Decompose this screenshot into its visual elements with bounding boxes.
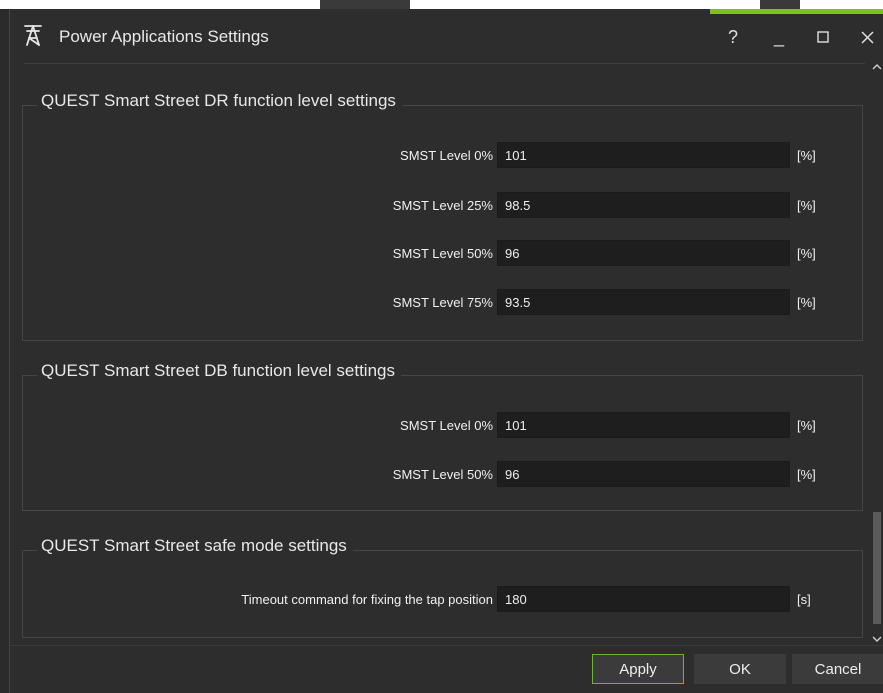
setting-row: Timeout command for fixing the tap posit…: [23, 586, 864, 616]
safe-mode-settings-group: QUEST Smart Street safe mode settings Ti…: [22, 536, 864, 638]
setting-label: Timeout command for fixing the tap posit…: [241, 592, 493, 607]
help-button[interactable]: ?: [716, 22, 750, 52]
setting-label: SMST Level 0%: [400, 418, 493, 433]
background-segment: [320, 0, 410, 9]
unit-label: [%]: [797, 148, 816, 163]
unit-label: [%]: [797, 295, 816, 310]
power-tower-icon: [22, 23, 44, 47]
db-level-settings-group: QUEST Smart Street DB function level set…: [22, 361, 864, 511]
setting-row: SMST Level 0% 101 [%]: [23, 412, 864, 442]
background-segment: [760, 0, 800, 9]
group-title: QUEST Smart Street safe mode settings: [37, 536, 353, 556]
smst-level-25-input[interactable]: 98.5: [497, 192, 790, 218]
setting-label: SMST Level 0%: [400, 148, 493, 163]
smst-level-0-input[interactable]: 101: [497, 412, 790, 438]
setting-row: SMST Level 25% 98.5 [%]: [23, 192, 864, 222]
settings-scroll-area: QUEST Smart Street DR function level set…: [10, 65, 870, 645]
divider: [24, 63, 865, 64]
setting-label: SMST Level 25%: [392, 198, 493, 213]
setting-row: SMST Level 0% 101 [%]: [23, 142, 864, 172]
unit-label: [%]: [797, 467, 816, 482]
ok-button[interactable]: OK: [694, 654, 786, 684]
setting-label: SMST Level 50%: [392, 246, 493, 261]
dr-level-settings-group: QUEST Smart Street DR function level set…: [22, 91, 864, 341]
maximize-button[interactable]: [806, 22, 840, 52]
minimize-button[interactable]: _: [762, 22, 796, 52]
smst-level-75-input[interactable]: 93.5: [497, 289, 790, 315]
close-icon: [860, 30, 874, 44]
timeout-command-input[interactable]: 180: [497, 586, 790, 612]
unit-label: [s]: [797, 592, 811, 607]
smst-level-0-input[interactable]: 101: [497, 142, 790, 168]
setting-label: SMST Level 50%: [392, 467, 493, 482]
setting-row: SMST Level 50% 96 [%]: [23, 461, 864, 491]
group-title: QUEST Smart Street DB function level set…: [37, 361, 401, 381]
background-strip: [0, 0, 883, 9]
smst-level-50-input[interactable]: 96: [497, 240, 790, 266]
setting-label: SMST Level 75%: [392, 295, 493, 310]
maximize-icon: [817, 31, 829, 43]
unit-label: [%]: [797, 198, 816, 213]
chevron-up-icon[interactable]: [870, 62, 883, 76]
group-title: QUEST Smart Street DR function level set…: [37, 91, 402, 111]
setting-row: SMST Level 75% 93.5 [%]: [23, 289, 864, 319]
unit-label: [%]: [797, 418, 816, 433]
scrollbar-thumb[interactable]: [873, 512, 881, 624]
setting-row: SMST Level 50% 96 [%]: [23, 240, 864, 270]
vertical-scrollbar[interactable]: [870, 60, 883, 650]
settings-dialog: Power Applications Settings ? _ QUEST Sm…: [9, 9, 883, 693]
close-button[interactable]: [850, 22, 883, 52]
apply-button[interactable]: Apply: [592, 654, 684, 684]
dialog-footer: Apply OK Cancel: [10, 645, 883, 693]
cancel-button[interactable]: Cancel: [792, 654, 883, 684]
unit-label: [%]: [797, 246, 816, 261]
smst-level-50-input[interactable]: 96: [497, 461, 790, 487]
title-bar[interactable]: Power Applications Settings ? _: [10, 14, 883, 60]
window-title: Power Applications Settings: [59, 27, 269, 46]
